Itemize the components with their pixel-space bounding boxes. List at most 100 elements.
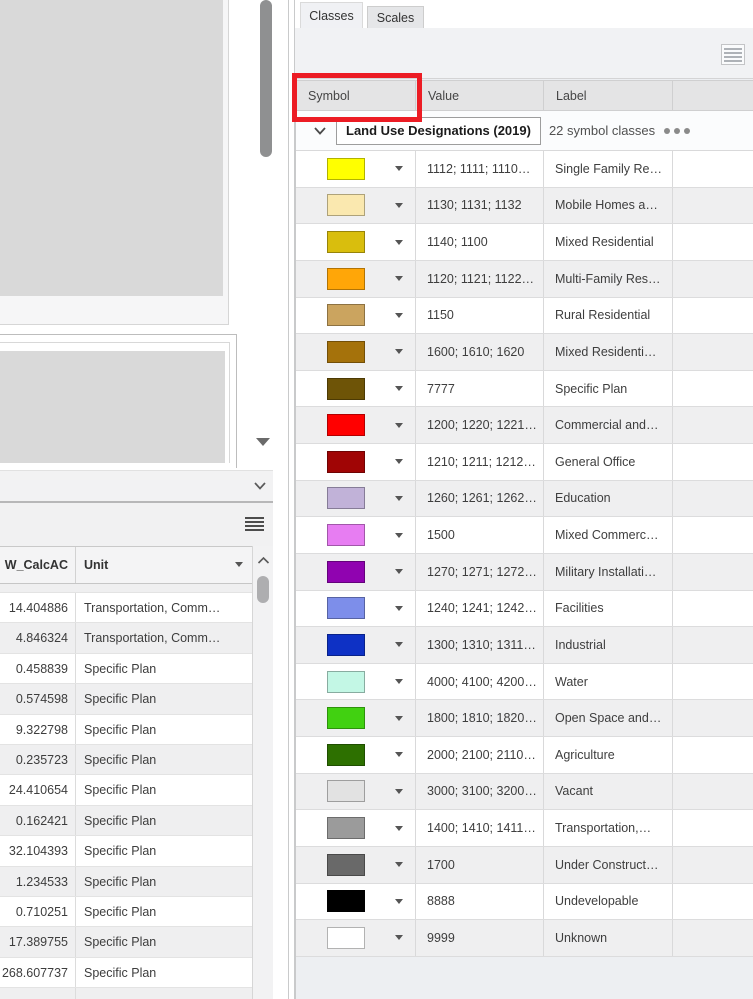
symbol-swatch[interactable] [327, 890, 365, 912]
symbol-swatch[interactable] [327, 158, 365, 180]
symbol-swatch[interactable] [327, 561, 365, 583]
table-row[interactable]: 0.574598 Specific Plan [0, 684, 252, 714]
cell-calcac[interactable]: 0.710251 [0, 897, 76, 926]
list-view-icon[interactable] [721, 44, 745, 65]
class-label[interactable]: Multi-Family Res… [544, 261, 673, 297]
class-value[interactable]: 1270; 1271; 1272… [416, 554, 544, 590]
symbol-swatch[interactable] [327, 597, 365, 619]
symbol-swatch[interactable] [327, 744, 365, 766]
table-row[interactable]: 4.846324 Transportation, Comm… [0, 623, 252, 653]
cell-unit[interactable]: Specific Plan [76, 654, 252, 683]
swatch-dropdown-caret-icon[interactable] [395, 423, 403, 428]
table-row[interactable]: 1.234533 Specific Plan [0, 867, 252, 897]
table-row[interactable]: 9.322798 Specific Plan [0, 715, 252, 745]
cell-unit[interactable]: Transportation, Comm… [76, 623, 252, 652]
table-row[interactable]: 0.162421 Specific Plan [0, 806, 252, 836]
column-dropdown-icon[interactable] [235, 562, 243, 567]
column-header-unit[interactable]: Unit [76, 547, 252, 583]
cell-unit[interactable]: Specific Plan [76, 836, 252, 865]
class-label[interactable]: General Office [544, 444, 673, 480]
class-value[interactable]: 1500 [416, 517, 544, 553]
symbol-swatch[interactable] [327, 451, 365, 473]
symbol-swatch[interactable] [327, 707, 365, 729]
class-label[interactable]: Unknown [544, 920, 673, 956]
cell-unit[interactable]: Specific Plan [76, 927, 252, 956]
swatch-dropdown-caret-icon[interactable] [395, 826, 403, 831]
symbol-swatch[interactable] [327, 304, 365, 326]
swatch-dropdown-caret-icon[interactable] [395, 203, 403, 208]
cell-calcac[interactable]: 0.574598 [0, 684, 76, 713]
table-row[interactable]: 0.710251 Specific Plan [0, 897, 252, 927]
class-value[interactable]: 4000; 4100; 4200… [416, 664, 544, 700]
symbol-swatch[interactable] [327, 268, 365, 290]
symbol-swatch[interactable] [327, 780, 365, 802]
class-value[interactable]: 1140; 1100 [416, 224, 544, 260]
swatch-dropdown-caret-icon[interactable] [395, 313, 403, 318]
class-label[interactable]: Under Construct… [544, 847, 673, 883]
class-value[interactable]: 8888 [416, 884, 544, 920]
cell-unit[interactable]: Specific Plan [76, 684, 252, 713]
cell-calcac[interactable]: 24.410654 [0, 775, 76, 804]
class-label[interactable]: Specific Plan [544, 371, 673, 407]
cell-calcac[interactable]: 268.607737 [0, 958, 76, 987]
swatch-dropdown-caret-icon[interactable] [395, 899, 403, 904]
symbol-swatch[interactable] [327, 231, 365, 253]
cell-unit[interactable]: Specific Plan [76, 715, 252, 744]
more-options-icon[interactable] [664, 128, 690, 134]
cell-unit[interactable]: Specific Plan [76, 775, 252, 804]
class-label[interactable]: Undevelopable [544, 884, 673, 920]
cell-calcac[interactable]: 0.458839 [0, 654, 76, 683]
chevron-down-icon[interactable] [313, 126, 327, 136]
class-label[interactable]: Rural Residential [544, 298, 673, 334]
class-label[interactable]: Single Family Re… [544, 151, 673, 187]
class-value[interactable]: 9999 [416, 920, 544, 956]
class-label[interactable]: Military Installati… [544, 554, 673, 590]
class-value[interactable]: 1200; 1220; 1221… [416, 407, 544, 443]
class-value[interactable]: 1150 [416, 298, 544, 334]
class-label[interactable]: Mixed Commerc… [544, 517, 673, 553]
cell-calcac[interactable]: 4.846324 [0, 623, 76, 652]
cell-unit[interactable]: Specific Plan [76, 897, 252, 926]
swatch-dropdown-caret-icon[interactable] [395, 533, 403, 538]
swatch-dropdown-caret-icon[interactable] [395, 496, 403, 501]
cell-calcac[interactable]: 9.322798 [0, 715, 76, 744]
class-value[interactable]: 1112; 1111; 1110… [416, 151, 544, 187]
collapse-chevron-icon[interactable] [253, 481, 267, 491]
swatch-dropdown-caret-icon[interactable] [395, 606, 403, 611]
table-menu-icon[interactable] [245, 517, 264, 533]
class-label[interactable]: Vacant [544, 774, 673, 810]
class-value[interactable]: 1260; 1261; 1262… [416, 481, 544, 517]
swatch-dropdown-caret-icon[interactable] [395, 862, 403, 867]
class-label[interactable]: Mixed Residential [544, 224, 673, 260]
table-row[interactable]: 17.389755 Specific Plan [0, 927, 252, 957]
table-row[interactable]: 0.235723 Specific Plan [0, 745, 252, 775]
class-value[interactable]: 1400; 1410; 1411… [416, 810, 544, 846]
symbol-swatch[interactable] [327, 927, 365, 949]
symbol-swatch[interactable] [327, 414, 365, 436]
class-label[interactable]: Water [544, 664, 673, 700]
class-label[interactable]: Mixed Residenti… [544, 334, 673, 370]
swatch-dropdown-caret-icon[interactable] [395, 935, 403, 940]
scrollbar-thumb[interactable] [260, 0, 272, 157]
class-value[interactable]: 2000; 2100; 2110… [416, 737, 544, 773]
swatch-dropdown-caret-icon[interactable] [395, 679, 403, 684]
table-row[interactable]: 14.404886 Transportation, Comm… [0, 593, 252, 623]
scroll-down-arrow-icon[interactable] [256, 438, 272, 452]
swatch-dropdown-caret-icon[interactable] [395, 716, 403, 721]
class-label[interactable]: Mobile Homes a… [544, 188, 673, 224]
scroll-up-arrow-icon[interactable] [257, 556, 270, 565]
cell-calcac[interactable]: 14.404886 [0, 593, 76, 622]
cell-calcac[interactable]: 17.389755 [0, 927, 76, 956]
class-label[interactable]: Open Space and… [544, 700, 673, 736]
cell-unit[interactable]: Specific Plan [76, 867, 252, 896]
swatch-dropdown-caret-icon[interactable] [395, 642, 403, 647]
swatch-dropdown-caret-icon[interactable] [395, 349, 403, 354]
cell-unit[interactable]: Specific Plan [76, 958, 252, 987]
class-label[interactable]: Industrial [544, 627, 673, 663]
class-label[interactable]: Facilities [544, 591, 673, 627]
swatch-dropdown-caret-icon[interactable] [395, 386, 403, 391]
class-value[interactable]: 1300; 1310; 1311… [416, 627, 544, 663]
cell-calcac[interactable]: 32.104393 [0, 836, 76, 865]
class-label[interactable]: Education [544, 481, 673, 517]
cell-calcac[interactable]: 1.234533 [0, 867, 76, 896]
